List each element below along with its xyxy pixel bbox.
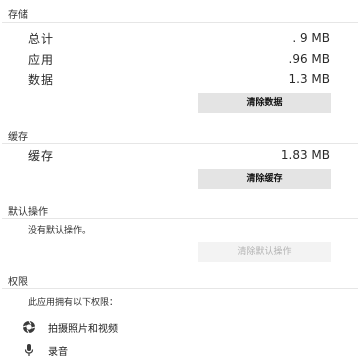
storage-row-data: 数据 1.3 MB: [28, 71, 330, 87]
storage-row-value: .96 MB: [288, 52, 330, 66]
storage-row-app: 应用 .96 MB: [28, 51, 330, 67]
no-defaults-text: 没有默认操作。: [28, 226, 92, 236]
cache-row: 缓存 1.83 MB: [28, 147, 330, 163]
permission-item-camera: 拍摄照片和视频: [22, 319, 118, 335]
camera-icon: [22, 320, 36, 334]
storage-row-label: 应用: [28, 52, 55, 67]
divider: [2, 288, 358, 289]
permissions-intro-text: 此应用拥有以下权限：: [28, 298, 119, 308]
cache-row-value: 1.83 MB: [280, 148, 330, 162]
permission-label: 录音: [48, 346, 68, 358]
clear-cache-button[interactable]: 清除缓存: [198, 169, 331, 189]
clear-defaults-button: 清除默认操作: [198, 242, 331, 262]
permissions-section-title: 权限: [8, 277, 28, 288]
permission-item-microphone: 录音: [22, 342, 68, 358]
storage-row-value: . 9 MB: [292, 31, 330, 45]
storage-row-value: 1.3 MB: [288, 72, 330, 86]
storage-row-total: 总计 . 9 MB: [28, 30, 330, 46]
cache-section-title: 缓存: [8, 132, 28, 143]
clear-data-button[interactable]: 清除数据: [198, 93, 331, 113]
cache-row-label: 缓存: [28, 148, 55, 163]
app-info-storage-page: 存储 总计 . 9 MB 应用 .96 MB 数据 1.3 MB 清除数据 缓存…: [0, 0, 360, 360]
defaults-section-title: 默认操作: [8, 207, 48, 218]
divider: [2, 22, 358, 23]
divider: [2, 143, 358, 144]
permission-label: 拍摄照片和视频: [48, 323, 118, 335]
divider: [2, 218, 358, 219]
storage-row-label: 总计: [28, 31, 55, 46]
microphone-icon: [22, 343, 36, 357]
storage-row-label: 数据: [28, 72, 55, 87]
storage-section-title: 存储: [8, 10, 28, 21]
